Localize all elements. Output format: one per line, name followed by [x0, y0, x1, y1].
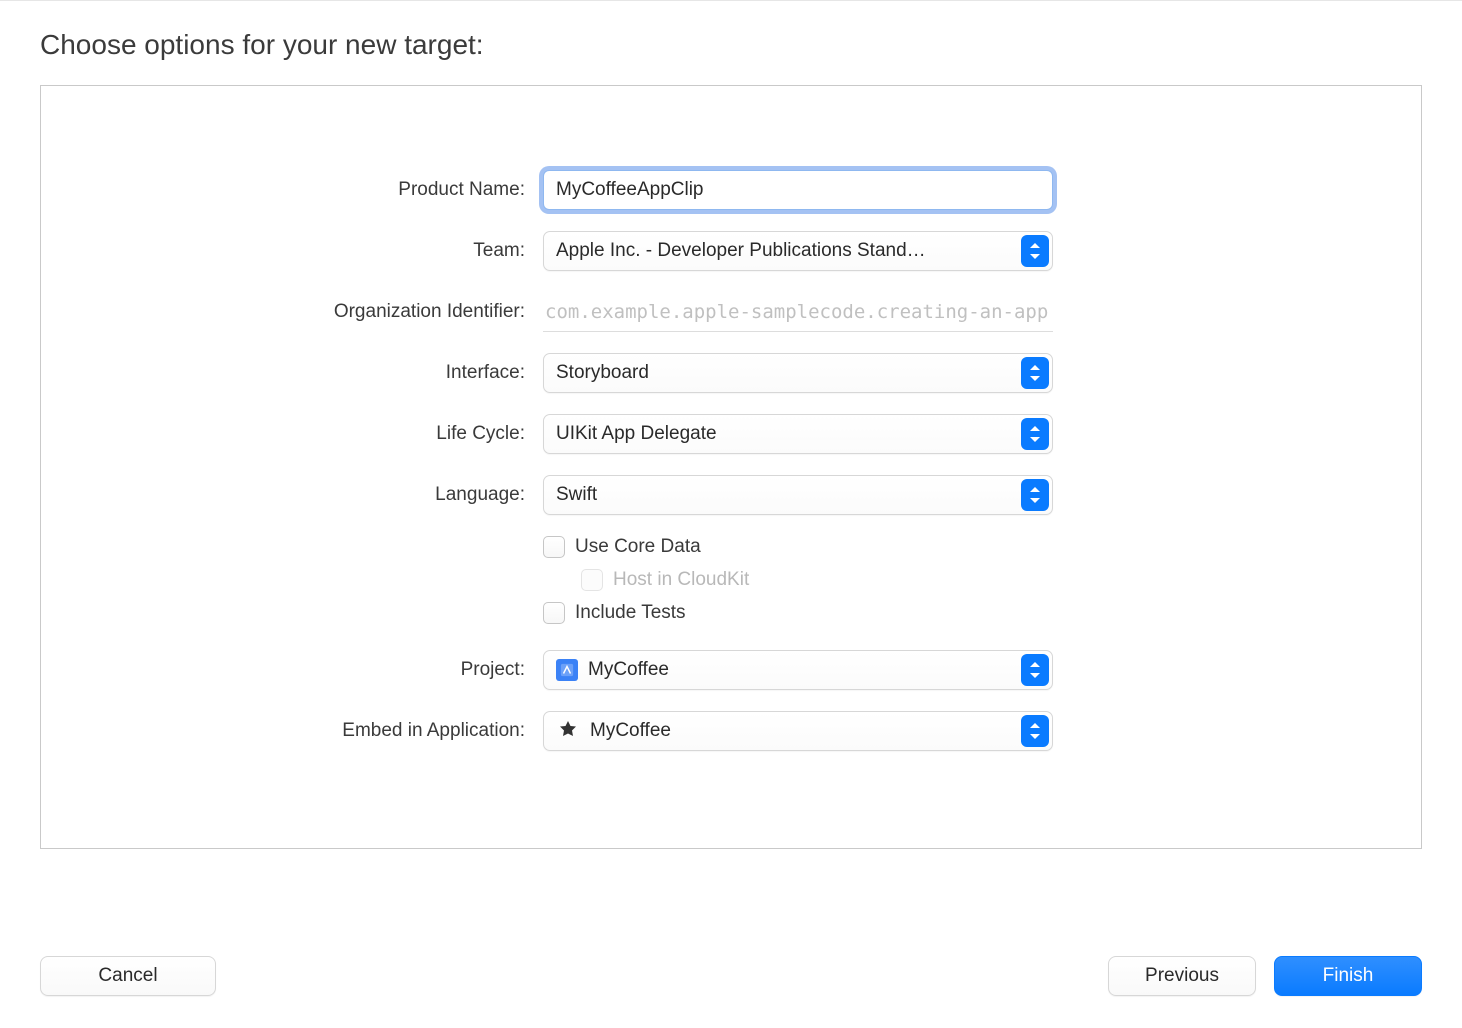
row-life-cycle: Life Cycle: UIKit App Delegate [211, 414, 1237, 454]
life-cycle-value: UIKit App Delegate [556, 423, 1040, 445]
xcode-project-icon [556, 659, 578, 681]
finish-button[interactable]: Finish [1274, 956, 1422, 996]
chevron-up-down-icon [1021, 357, 1049, 389]
use-core-data-checkbox-row[interactable]: Use Core Data [543, 536, 749, 558]
label-embed-app: Embed in Application: [211, 720, 543, 742]
chevron-up-down-icon [1021, 654, 1049, 686]
embed-app-popup[interactable]: MyCoffee [543, 711, 1053, 751]
row-project: Project: MyCoffee [211, 650, 1237, 690]
embed-app-value: MyCoffee [590, 720, 1040, 742]
options-form: Product Name: Team: Apple Inc. - Develop… [211, 170, 1237, 751]
row-language: Language: Swift [211, 475, 1237, 515]
label-life-cycle: Life Cycle: [211, 423, 543, 445]
previous-button[interactable]: Previous [1108, 956, 1256, 996]
page-title: Choose options for your new target: [0, 1, 1462, 85]
interface-value: Storyboard [556, 362, 1040, 384]
checkbox-unchecked-icon [543, 602, 565, 624]
row-team: Team: Apple Inc. - Developer Publication… [211, 231, 1237, 271]
chevron-up-down-icon [1021, 715, 1049, 747]
checkbox-unchecked-icon [543, 536, 565, 558]
checkbox-disabled-icon [581, 569, 603, 591]
product-name-field[interactable] [543, 170, 1053, 210]
row-checkboxes: Use Core Data Host in CloudKit Include T… [211, 536, 1237, 624]
label-project: Project: [211, 659, 543, 681]
host-cloudkit-checkbox-row: Host in CloudKit [543, 569, 749, 591]
options-panel: Product Name: Team: Apple Inc. - Develop… [40, 85, 1422, 849]
label-team: Team: [211, 240, 543, 262]
app-icon [556, 719, 580, 743]
project-value: MyCoffee [588, 659, 1040, 681]
row-interface: Interface: Storyboard [211, 353, 1237, 393]
life-cycle-popup[interactable]: UIKit App Delegate [543, 414, 1053, 454]
project-popup[interactable]: MyCoffee [543, 650, 1053, 690]
label-language: Language: [211, 484, 543, 506]
chevron-up-down-icon [1021, 235, 1049, 267]
row-product-name: Product Name: [211, 170, 1237, 210]
row-org-identifier: Organization Identifier: com.example.app… [211, 292, 1237, 332]
language-popup[interactable]: Swift [543, 475, 1053, 515]
include-tests-checkbox-row[interactable]: Include Tests [543, 602, 749, 624]
chevron-up-down-icon [1021, 479, 1049, 511]
footer-button-bar: Cancel Previous Finish [40, 956, 1422, 996]
org-identifier-field: com.example.apple-samplecode.creating-an… [543, 292, 1053, 332]
host-cloudkit-label: Host in CloudKit [613, 569, 749, 591]
team-popup[interactable]: Apple Inc. - Developer Publications Stan… [543, 231, 1053, 271]
interface-popup[interactable]: Storyboard [543, 353, 1053, 393]
cancel-button[interactable]: Cancel [40, 956, 216, 996]
include-tests-label: Include Tests [575, 602, 686, 624]
label-org-identifier: Organization Identifier: [211, 301, 543, 323]
label-product-name: Product Name: [211, 179, 543, 201]
label-interface: Interface: [211, 362, 543, 384]
use-core-data-label: Use Core Data [575, 536, 701, 558]
new-target-options-sheet: Choose options for your new target: Prod… [0, 0, 1462, 1028]
language-value: Swift [556, 484, 1040, 506]
row-embed-app: Embed in Application: MyCoffee [211, 711, 1237, 751]
team-value: Apple Inc. - Developer Publications Stan… [556, 240, 1040, 262]
chevron-up-down-icon [1021, 418, 1049, 450]
